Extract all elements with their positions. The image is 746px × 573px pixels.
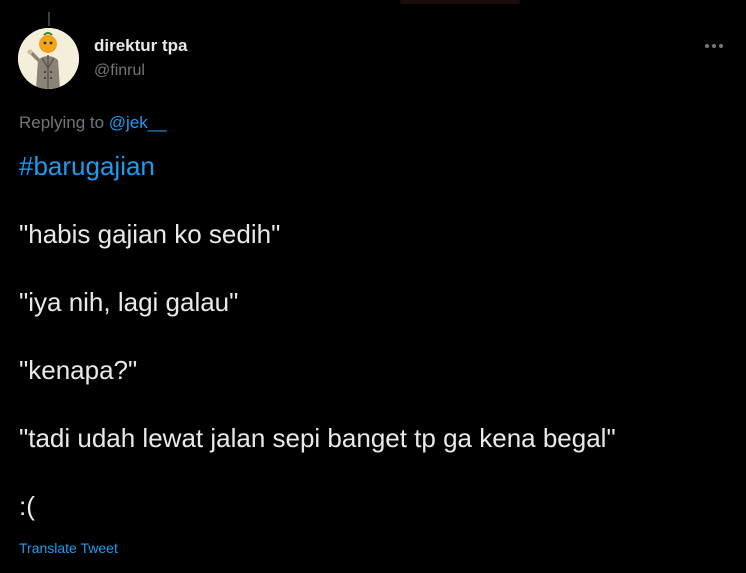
author-handle[interactable]: @finrul (94, 62, 145, 80)
tweet-text: #barugajian "habis gajian ko sedih" "iya… (19, 150, 729, 522)
replying-to: Replying to @jek__ (19, 113, 167, 133)
more-horizontal-icon (705, 44, 723, 48)
tweet-line: "kenapa?" (19, 355, 138, 385)
tweet-line: :( (19, 491, 35, 521)
author-display-name[interactable]: direktur tpa (94, 36, 188, 56)
reply-mention-link[interactable]: @jek__ (109, 113, 167, 132)
translate-tweet-link[interactable]: Translate Tweet (19, 540, 118, 556)
avatar[interactable] (18, 28, 79, 89)
thread-connector-line (48, 12, 50, 26)
top-divider (400, 0, 520, 4)
avatar-illustration-icon (18, 28, 79, 89)
replying-to-label: Replying to (19, 113, 109, 132)
hashtag-link[interactable]: #barugajian (19, 150, 729, 182)
more-options-button[interactable] (700, 34, 728, 58)
tweet-line: "iya nih, lagi galau" (19, 287, 239, 317)
tweet-line: "tadi udah lewat jalan sepi banget tp ga… (19, 423, 616, 453)
tweet-line: "habis gajian ko sedih" (19, 219, 281, 249)
